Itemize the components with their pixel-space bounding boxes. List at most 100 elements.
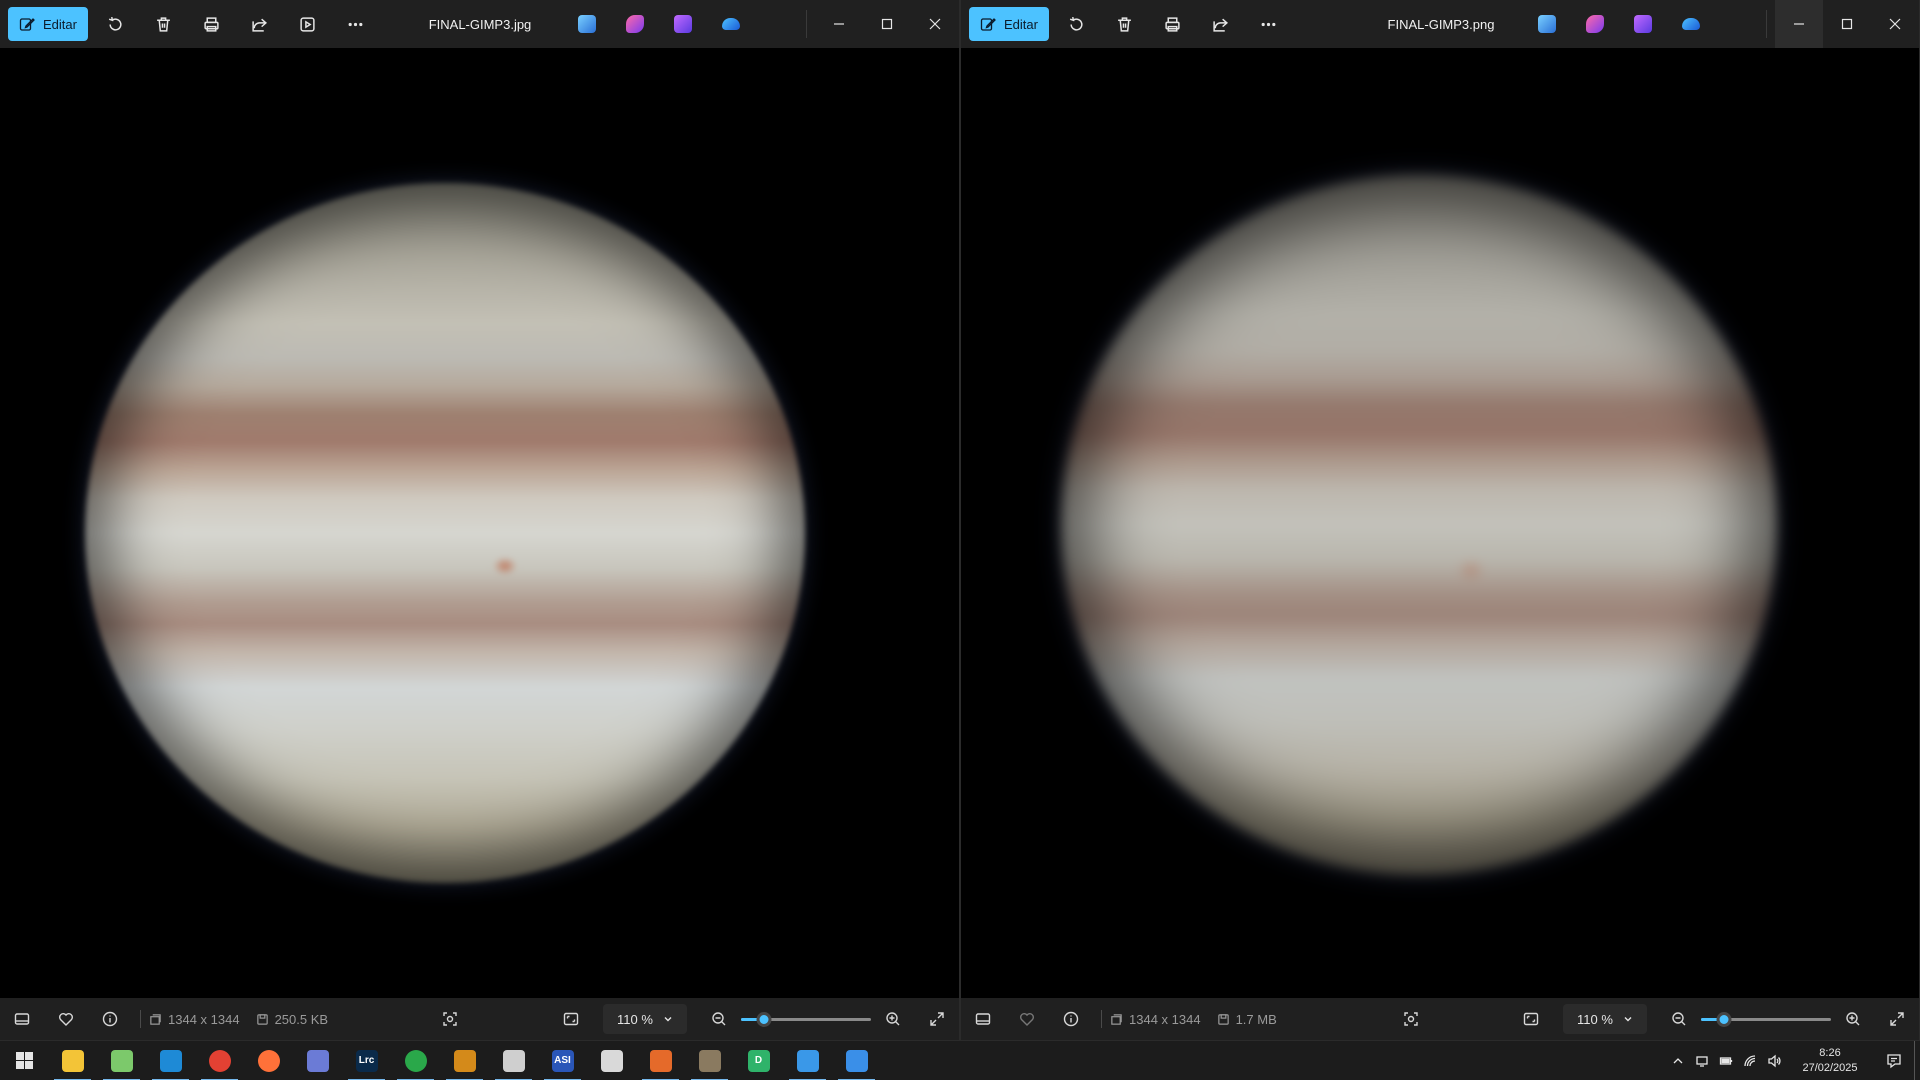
file-explorer-icon — [61, 1049, 84, 1072]
start-button[interactable] — [0, 1041, 48, 1080]
rotate-button[interactable] — [1053, 0, 1101, 48]
astro-app-icon — [404, 1049, 427, 1072]
taskbar-app-button[interactable] — [440, 1041, 489, 1080]
print-button[interactable] — [1149, 0, 1197, 48]
edit-icon — [980, 18, 996, 31]
edit-button[interactable]: Editar — [969, 7, 1049, 41]
titlebar[interactable]: Editar FINAL-GIMP3.png — [961, 0, 1919, 48]
more-icon — [1262, 22, 1276, 26]
maximize-icon — [1841, 18, 1853, 30]
share-button[interactable] — [236, 0, 284, 48]
zoom-slider-thumb[interactable] — [1716, 1012, 1732, 1027]
zoom-dropdown[interactable]: 110 % — [1563, 1004, 1647, 1034]
edit-button[interactable]: Editar — [8, 7, 88, 41]
zoom-in-button[interactable] — [1831, 998, 1875, 1040]
jupiter-image — [1061, 175, 1777, 875]
save-icon — [1217, 1013, 1229, 1025]
taskbar-app-button[interactable] — [391, 1041, 440, 1080]
clock[interactable]: 8:26 27/02/2025 — [1794, 1046, 1866, 1076]
onedrive-app-icon[interactable] — [1667, 0, 1715, 48]
divider — [140, 1010, 141, 1028]
visual-search-button[interactable] — [1389, 998, 1433, 1040]
rotate-button[interactable] — [92, 0, 140, 48]
battery-button[interactable] — [1714, 1041, 1738, 1080]
filmstrip-button[interactable] — [0, 998, 44, 1040]
taskbar-app-button[interactable] — [587, 1041, 636, 1080]
zoom-out-icon — [712, 1012, 726, 1026]
volume-button[interactable] — [1762, 1041, 1786, 1080]
slideshow-button[interactable] — [284, 0, 332, 48]
zoom-dropdown[interactable]: 110 % — [603, 1004, 687, 1034]
show-desktop-button[interactable] — [1914, 1041, 1920, 1080]
meet-now-button[interactable] — [1690, 1041, 1714, 1080]
taskbar-app-button[interactable] — [832, 1041, 881, 1080]
taskbar-app-button[interactable] — [97, 1041, 146, 1080]
delete-icon — [1118, 16, 1132, 32]
favorite-button[interactable] — [1005, 998, 1049, 1040]
taskbar-app-button[interactable] — [48, 1041, 97, 1080]
edit-button-label: Editar — [43, 16, 77, 32]
clipchamp-app-icon[interactable] — [611, 0, 659, 48]
delete-button[interactable] — [140, 0, 188, 48]
maximize-button[interactable] — [863, 0, 911, 48]
titlebar[interactable]: Editar FINAL-GIMP3.jpg — [0, 0, 959, 48]
taskbar-app-button[interactable] — [489, 1041, 538, 1080]
full-screen-button[interactable] — [1875, 998, 1919, 1040]
zoom-in-button[interactable] — [871, 998, 915, 1040]
print-icon — [204, 16, 220, 32]
chevron-up-icon — [1673, 1058, 1683, 1064]
fit-to-window-button[interactable] — [1509, 998, 1553, 1040]
image-canvas[interactable] — [961, 48, 1919, 998]
taskbar-app-button[interactable] — [293, 1041, 342, 1080]
status-bar: 1344 x 1344 250.5 KB 110 % — [0, 998, 959, 1040]
image-canvas[interactable] — [0, 48, 959, 998]
taskbar-app-button[interactable] — [636, 1041, 685, 1080]
taskbar-app-button[interactable] — [685, 1041, 734, 1080]
visual-search-button[interactable] — [428, 998, 472, 1040]
zoom-slider[interactable] — [741, 1009, 871, 1029]
taskbar-app-button[interactable] — [783, 1041, 832, 1080]
taskbar-app-button[interactable] — [244, 1041, 293, 1080]
minimize-button[interactable] — [1775, 0, 1823, 48]
zoom-out-button[interactable] — [1657, 998, 1701, 1040]
print-icon — [1165, 16, 1181, 32]
zoom-in-icon — [886, 1012, 900, 1026]
info-button[interactable] — [1049, 998, 1093, 1040]
show-hidden-icons-button[interactable] — [1666, 1041, 1690, 1080]
notifications-button[interactable] — [1874, 1041, 1914, 1080]
maximize-icon — [881, 18, 893, 30]
zoom-slider[interactable] — [1701, 1009, 1831, 1029]
favorite-button[interactable] — [44, 998, 88, 1040]
gimp-app-icon — [698, 1049, 721, 1072]
clipchamp-app-icon[interactable] — [1571, 0, 1619, 48]
print-button[interactable] — [188, 0, 236, 48]
taskbar-app-button[interactable]: Lrc — [342, 1041, 391, 1080]
delete-button[interactable] — [1101, 0, 1149, 48]
fit-to-window-button[interactable] — [549, 998, 593, 1040]
photo-editor-app-icon[interactable] — [1523, 0, 1571, 48]
close-button[interactable] — [1871, 0, 1919, 48]
taskbar-app-button[interactable]: ASI — [538, 1041, 587, 1080]
taskbar-app-button[interactable] — [195, 1041, 244, 1080]
expand-icon — [1890, 1012, 1904, 1026]
maximize-button[interactable] — [1823, 0, 1871, 48]
zoom-slider-thumb[interactable] — [756, 1012, 772, 1027]
taskbar-app-button[interactable]: D — [734, 1041, 783, 1080]
wifi-button[interactable] — [1738, 1041, 1762, 1080]
share-button[interactable] — [1197, 0, 1245, 48]
taskbar-app-button[interactable] — [146, 1041, 195, 1080]
info-button[interactable] — [88, 998, 132, 1040]
more-button[interactable] — [1245, 0, 1293, 48]
dimensions-icon — [1111, 1013, 1122, 1025]
filmstrip-button[interactable] — [961, 998, 1005, 1040]
heart-icon — [1020, 1013, 1034, 1026]
onedrive-app-icon[interactable] — [707, 0, 755, 48]
full-screen-button[interactable] — [915, 998, 959, 1040]
video-app-icon[interactable] — [1619, 0, 1667, 48]
zoom-out-button[interactable] — [697, 998, 741, 1040]
chrome-app-icon — [208, 1049, 231, 1072]
photo-editor-app-icon[interactable] — [563, 0, 611, 48]
video-app-icon[interactable] — [659, 0, 707, 48]
minimize-button[interactable] — [815, 0, 863, 48]
close-button[interactable] — [911, 0, 959, 48]
